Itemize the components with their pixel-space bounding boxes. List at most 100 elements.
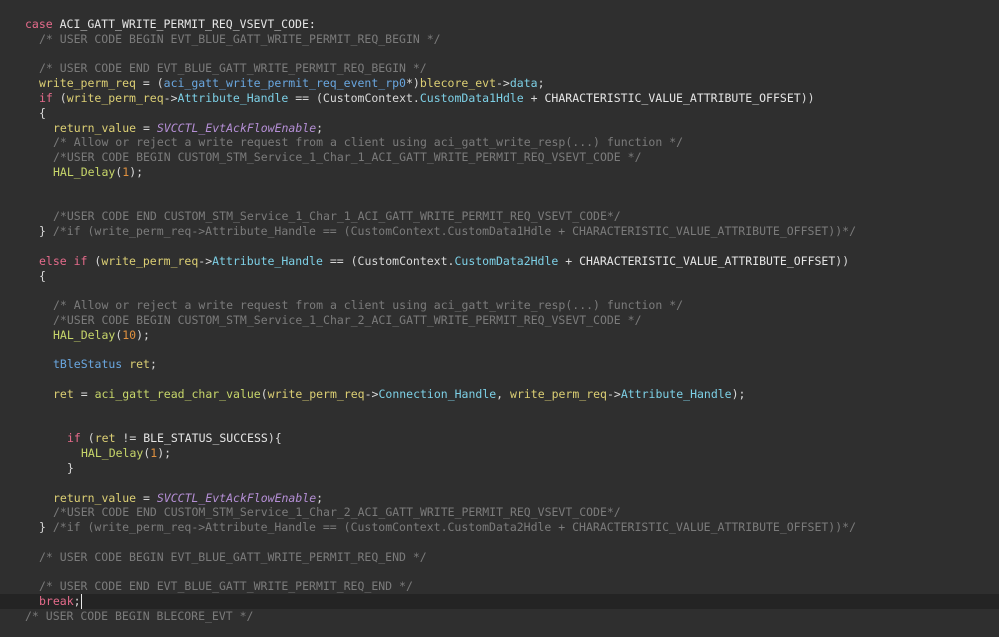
code-token: (: [87, 253, 102, 268]
code-line[interactable]: /*USER CODE BEGIN CUSTOM_STM_Service_1_C…: [0, 150, 642, 165]
code-token: *): [405, 76, 420, 91]
code-line[interactable]: [0, 565, 25, 580]
code-line[interactable]: {: [0, 269, 46, 284]
code-token: ->: [364, 387, 379, 401]
code-token: )): [800, 91, 815, 105]
code-token: == (CustomContext.: [322, 253, 455, 268]
code-token: Attribute_Handle: [212, 253, 323, 268]
code-line[interactable]: /* USER CODE BEGIN EVT_BLUE_GATT_WRITE_P…: [0, 550, 427, 565]
text-cursor: [80, 594, 82, 610]
code-token: =: [136, 120, 157, 135]
code-line[interactable]: /* USER CODE BEGIN EVT_BLUE_GATT_WRITE_P…: [0, 32, 441, 47]
code-token: ;: [149, 357, 157, 372]
code-token: return_value: [53, 490, 137, 505]
code-line[interactable]: else if (write_perm_req->Attribute_Handl…: [0, 254, 849, 269]
code-token: SVCCTL_EvtAckFlowEnable: [156, 120, 317, 135]
code-token: ret: [129, 357, 150, 372]
code-token: write_perm_req: [101, 253, 199, 268]
code-token: ->: [198, 253, 213, 268]
code-line[interactable]: }: [0, 461, 74, 476]
code-token: 10: [122, 327, 137, 342]
code-token: /* USER CODE END EVT_BLUE_GATT_WRITE_PER…: [39, 579, 413, 594]
code-line[interactable]: [0, 476, 25, 491]
code-token: /* Allow or reject a write request from …: [53, 298, 684, 313]
code-line[interactable]: tBleStatus ret;: [0, 357, 157, 372]
code-line[interactable]: /* USER CODE END EVT_BLUE_GATT_WRITE_PER…: [0, 61, 427, 76]
code-line[interactable]: [0, 195, 25, 210]
code-token: HAL_Delay: [81, 446, 144, 461]
code-line[interactable]: ret = aci_gatt_read_char_value(write_per…: [0, 387, 745, 402]
code-line[interactable]: [0, 47, 25, 62]
code-token: /*USER CODE BEGIN CUSTOM_STM_Service_1_C…: [53, 313, 642, 327]
code-token: )): [835, 253, 850, 268]
code-token: data: [509, 76, 538, 91]
code-line[interactable]: HAL_Delay(1);: [0, 165, 143, 180]
code-line[interactable]: /*USER CODE END CUSTOM_STM_Service_1_Cha…: [0, 209, 621, 224]
code-line[interactable]: write_perm_req = (aci_gatt_write_permit_…: [0, 76, 545, 91]
code-token: {: [39, 268, 46, 283]
code-token: ACI_GATT_WRITE_PERMIT_REQ_VSEVT_CODE:: [52, 17, 316, 31]
code-token: !=: [115, 431, 144, 446]
code-line[interactable]: /* Allow or reject a write request from …: [0, 298, 683, 313]
code-token: ret: [94, 431, 116, 446]
code-token: ;: [316, 490, 324, 505]
code-line[interactable]: case ACI_GATT_WRITE_PERMIT_REQ_VSEVT_COD…: [0, 17, 316, 32]
code-token: BLE_STATUS_SUCCESS: [143, 431, 268, 446]
code-line[interactable]: {: [0, 106, 46, 121]
code-token: tBleStatus: [53, 357, 123, 372]
code-line[interactable]: [0, 535, 25, 550]
code-line[interactable]: [0, 343, 25, 358]
code-token: case: [25, 17, 53, 31]
code-token: Attribute_Handle: [177, 91, 289, 105]
current-code-line[interactable]: break;: [0, 594, 999, 610]
code-token: {: [39, 105, 46, 120]
code-line[interactable]: } /*if (write_perm_req->Attribute_Handle…: [0, 224, 856, 239]
code-token: ,: [496, 387, 511, 401]
code-token: ->: [163, 91, 178, 105]
code-token: SVCCTL_EvtAckFlowEnable: [156, 490, 317, 505]
code-token: ret: [53, 387, 74, 401]
code-token: /* USER CODE BEGIN BLECORE_EVT */: [25, 609, 254, 623]
code-line[interactable]: [0, 417, 25, 432]
code-line[interactable]: return_value = SVCCTL_EvtAckFlowEnable;: [0, 491, 323, 506]
code-token: /* Allow or reject a write request from …: [53, 135, 684, 150]
code-line[interactable]: /*USER CODE BEGIN CUSTOM_STM_Service_1_C…: [0, 313, 642, 328]
code-line[interactable]: HAL_Delay(1);: [0, 446, 171, 461]
code-token: ){: [267, 431, 282, 446]
code-line[interactable]: /*USER CODE END CUSTOM_STM_Service_1_Cha…: [0, 505, 621, 520]
code-token: (: [260, 387, 268, 401]
code-line[interactable]: [0, 402, 25, 417]
code-token: CustomData2Hdle: [454, 253, 559, 268]
code-line[interactable]: [0, 239, 25, 254]
code-token: +: [558, 253, 580, 268]
code-line[interactable]: [0, 372, 25, 387]
code-line[interactable]: /* USER CODE END EVT_BLUE_GATT_WRITE_PER…: [0, 579, 413, 594]
code-line[interactable]: } /*if (write_perm_req->Attribute_Handle…: [0, 520, 856, 535]
code-token: }: [39, 520, 53, 535]
code-editor[interactable]: case ACI_GATT_WRITE_PERMIT_REQ_VSEVT_COD…: [0, 0, 999, 637]
code-token: break: [39, 594, 74, 609]
code-line[interactable]: HAL_Delay(10);: [0, 328, 150, 343]
code-line[interactable]: /* USER CODE BEGIN BLECORE_EVT */: [0, 609, 253, 624]
code-line[interactable]: if (write_perm_req->Attribute_Handle == …: [0, 91, 815, 106]
code-token: (: [52, 91, 67, 105]
code-line[interactable]: /* Allow or reject a write request from …: [0, 135, 683, 150]
code-line[interactable]: [0, 283, 25, 298]
code-line[interactable]: return_value = SVCCTL_EvtAckFlowEnable;: [0, 121, 323, 136]
code-line[interactable]: if (ret != BLE_STATUS_SUCCESS){: [0, 431, 282, 446]
code-token: == (CustomContext.: [288, 91, 420, 105]
code-token: Connection_Handle: [378, 387, 497, 401]
code-token: write_perm_req: [39, 76, 136, 91]
code-token: aci_gatt_write_permit_req_event_rp0: [163, 76, 406, 91]
code-token: (: [80, 431, 95, 446]
code-token: /* USER CODE BEGIN EVT_BLUE_GATT_WRITE_P…: [39, 549, 427, 564]
code-token: =: [73, 387, 95, 401]
code-token: ->: [606, 387, 621, 401]
code-token: CHARACTERISTIC_VALUE_ATTRIBUTE_OFFSET: [544, 91, 801, 105]
code-token: }: [67, 461, 74, 475]
code-token: );: [731, 387, 746, 401]
code-token: Attribute_Handle: [620, 387, 732, 401]
code-line[interactable]: [0, 180, 25, 195]
code-token: ;: [316, 120, 324, 135]
code-token: else if: [39, 253, 88, 268]
